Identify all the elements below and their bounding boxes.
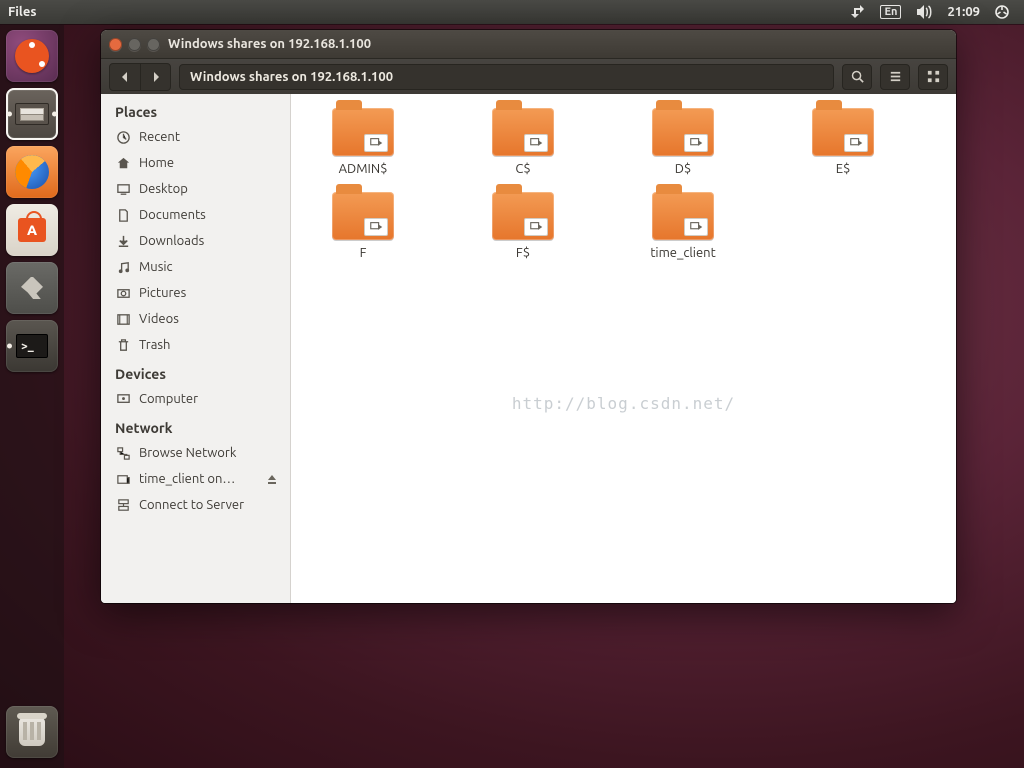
window-minimize-button[interactable] (128, 38, 141, 51)
pictures-icon (115, 285, 131, 301)
network-share-folder-icon (492, 108, 554, 156)
desktop-icon (115, 181, 131, 197)
network-share-folder-icon (652, 192, 714, 240)
sidebar-item-pictures[interactable]: Pictures (115, 280, 290, 306)
folder-label: F (360, 246, 367, 260)
folder-item[interactable]: E$ (783, 108, 903, 176)
system-settings-launcher-icon[interactable] (6, 262, 58, 314)
sidebar-item-music[interactable]: Music (115, 254, 290, 280)
sidebar-item-desktop[interactable]: Desktop (115, 176, 290, 202)
share-mount-icon (115, 471, 131, 487)
top-menubar: Files En 21:09 (0, 0, 1024, 24)
folder-item[interactable]: D$ (623, 108, 743, 176)
sidebar-network-heading: Network (115, 420, 290, 436)
location-bar[interactable]: Windows shares on 192.168.1.100 (179, 64, 834, 90)
network-share-folder-icon (332, 108, 394, 156)
sound-indicator-icon[interactable] (915, 4, 933, 20)
computer-icon (115, 391, 131, 407)
back-button[interactable] (110, 64, 140, 90)
dash-icon[interactable] (6, 30, 58, 82)
terminal-launcher-icon[interactable]: >_ (6, 320, 58, 372)
sidebar-item-downloads[interactable]: Downloads (115, 228, 290, 254)
window-titlebar[interactable]: Windows shares on 192.168.1.100 (101, 30, 956, 58)
folder-label: E$ (836, 162, 851, 176)
home-icon (115, 155, 131, 171)
keyboard-layout-indicator[interactable]: En (880, 5, 901, 19)
unity-launcher: >_ (0, 24, 64, 768)
sidebar-places-heading: Places (115, 104, 290, 120)
forward-button[interactable] (140, 64, 170, 90)
window-close-button[interactable] (109, 38, 122, 51)
sidebar-devices-heading: Devices (115, 366, 290, 382)
session-indicator-icon[interactable] (994, 4, 1010, 20)
music-icon (115, 259, 131, 275)
network-share-folder-icon (652, 108, 714, 156)
sidebar-item-videos[interactable]: Videos (115, 306, 290, 332)
eject-icon[interactable] (266, 473, 278, 485)
folder-item[interactable]: F (303, 192, 423, 260)
downloads-icon (115, 233, 131, 249)
sidebar-item-recent[interactable]: Recent (115, 124, 290, 150)
sidebar-item-browse-network[interactable]: Browse Network (115, 440, 290, 466)
folder-item[interactable]: ADMIN$ (303, 108, 423, 176)
clock-icon (115, 129, 131, 145)
window-title: Windows shares on 192.168.1.100 (168, 37, 371, 51)
videos-icon (115, 311, 131, 327)
folder-label: time_client (650, 246, 715, 260)
network-share-folder-icon (332, 192, 394, 240)
toolbar: Windows shares on 192.168.1.100 (101, 58, 956, 94)
sidebar-item-trash[interactable]: Trash (115, 332, 290, 358)
sidebar-item-home[interactable]: Home (115, 150, 290, 176)
watermark-text: http://blog.csdn.net/ (512, 394, 735, 413)
software-center-launcher-icon[interactable] (6, 204, 58, 256)
folder-item[interactable]: time_client (623, 192, 743, 260)
network-indicator-icon[interactable] (850, 4, 866, 20)
sidebar-item-computer[interactable]: Computer (115, 386, 290, 412)
menubar-app-label[interactable]: Files (8, 5, 36, 19)
connect-server-icon (115, 497, 131, 513)
places-sidebar: Places Recent Home Desktop Documents Dow… (101, 94, 291, 603)
folder-label: F$ (516, 246, 530, 260)
view-list-button[interactable] (880, 64, 910, 90)
view-grid-button[interactable] (918, 64, 948, 90)
files-window: Windows shares on 192.168.1.100 Windows … (101, 30, 956, 603)
documents-icon (115, 207, 131, 223)
network-icon (115, 445, 131, 461)
sidebar-item-connect-server[interactable]: Connect to Server (115, 492, 290, 518)
search-button[interactable] (842, 64, 872, 90)
folder-label: C$ (515, 162, 530, 176)
trash-icon (115, 337, 131, 353)
location-bar-text: Windows shares on 192.168.1.100 (190, 70, 393, 84)
network-share-folder-icon (812, 108, 874, 156)
network-share-folder-icon (492, 192, 554, 240)
trash-launcher-icon[interactable] (6, 706, 58, 758)
icon-view[interactable]: ADMIN$ C$ D$ E$ F F$ time_client http://blog.c… (291, 94, 956, 603)
folder-item[interactable]: F$ (463, 192, 583, 260)
sidebar-item-documents[interactable]: Documents (115, 202, 290, 228)
clock-indicator[interactable]: 21:09 (947, 5, 980, 19)
firefox-launcher-icon[interactable] (6, 146, 58, 198)
files-launcher-icon[interactable] (6, 88, 58, 140)
folder-label: D$ (675, 162, 692, 176)
folder-item[interactable]: C$ (463, 108, 583, 176)
window-maximize-button[interactable] (147, 38, 160, 51)
folder-label: ADMIN$ (339, 162, 388, 176)
sidebar-item-mounted-share[interactable]: time_client on… (115, 466, 290, 492)
